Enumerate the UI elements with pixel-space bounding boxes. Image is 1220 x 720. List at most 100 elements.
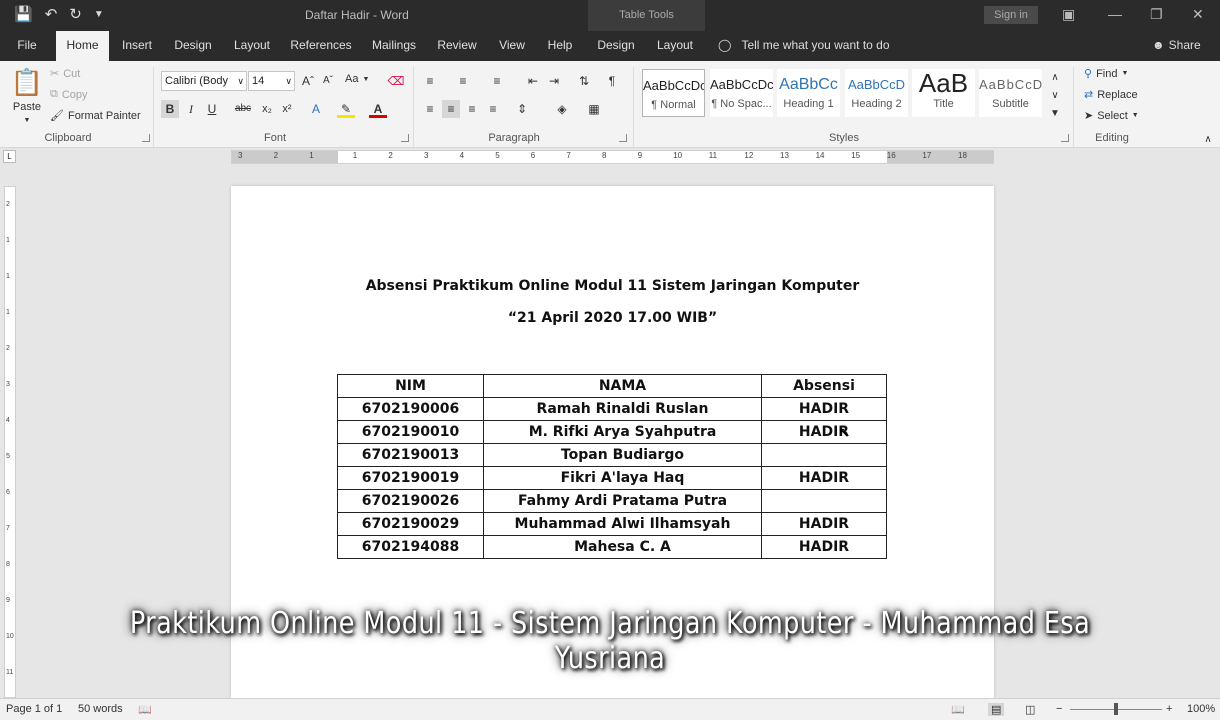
absensi-cell[interactable] bbox=[761, 489, 887, 513]
absensi-cell[interactable]: HADIR bbox=[761, 466, 887, 490]
copy-button[interactable]: ⧉ Copy bbox=[50, 88, 88, 101]
share-button[interactable]: ☻ Share bbox=[1152, 38, 1201, 52]
format-painter-button[interactable]: 🖌 Format Painter bbox=[50, 109, 141, 123]
horizontal-ruler[interactable]: 3 2 1 1 2 3 4 5 6 7 8 9 10 11 12 13 14 15 16 17 18 bbox=[231, 150, 994, 164]
header-nim[interactable]: NIM bbox=[337, 374, 484, 398]
header-absensi[interactable]: Absensi bbox=[761, 374, 887, 398]
find-button[interactable]: ⚲ Find ▼ bbox=[1084, 67, 1128, 81]
borders-icon[interactable]: ▦ bbox=[585, 100, 603, 118]
highlight-icon[interactable]: ✎ bbox=[337, 100, 355, 118]
style-title[interactable]: AaB Title bbox=[912, 69, 975, 117]
print-layout-icon[interactable]: ▤ bbox=[988, 703, 1005, 716]
styles-scroll-down-icon[interactable]: ∨ bbox=[1046, 87, 1064, 105]
styles-dialog-launcher-icon[interactable] bbox=[1061, 134, 1069, 142]
zoom-slider-thumb[interactable] bbox=[1114, 703, 1118, 715]
tab-design[interactable]: Design bbox=[170, 31, 216, 61]
vertical-ruler[interactable]: 2 1 1 1 2 3 4 5 6 7 8 9 10 11 bbox=[4, 186, 16, 698]
zoom-level[interactable]: 100% bbox=[1187, 703, 1215, 715]
font-dialog-launcher-icon[interactable] bbox=[401, 134, 409, 142]
line-spacing-icon[interactable]: ⇕ bbox=[513, 100, 531, 118]
nama-cell[interactable]: Topan Budiargo bbox=[483, 443, 762, 467]
tab-home[interactable]: Home bbox=[56, 31, 109, 61]
style-no-spacing[interactable]: AaBbCcDc ¶ No Spac... bbox=[710, 69, 773, 117]
save-icon[interactable]: 💾 bbox=[14, 6, 33, 24]
sign-in-button[interactable]: Sign in bbox=[984, 6, 1038, 24]
align-left-icon[interactable]: ≡ bbox=[421, 100, 439, 118]
nama-cell[interactable]: Mahesa C. A bbox=[483, 535, 762, 559]
style-heading-1[interactable]: AaBbCc Heading 1 bbox=[777, 69, 840, 117]
font-size-combo[interactable]: 14 ∨ bbox=[248, 71, 295, 91]
increase-indent-icon[interactable]: ⇥ bbox=[545, 72, 563, 90]
tell-me-box[interactable]: ◯ Tell me what you want to do bbox=[718, 38, 890, 52]
read-mode-icon[interactable]: 📖 bbox=[951, 703, 965, 716]
absensi-cell[interactable] bbox=[761, 443, 887, 467]
replace-button[interactable]: ⇄ Replace bbox=[1084, 88, 1138, 102]
decrease-indent-icon[interactable]: ⇤ bbox=[524, 72, 542, 90]
paragraph-dialog-launcher-icon[interactable] bbox=[619, 134, 627, 142]
tab-layout[interactable]: Layout bbox=[229, 31, 275, 61]
clear-formatting-icon[interactable]: ⌫ bbox=[387, 72, 405, 90]
text-effects-icon[interactable]: A bbox=[307, 100, 325, 118]
subscript-icon[interactable]: x₂ bbox=[258, 100, 276, 118]
numbering-icon[interactable]: ≡ bbox=[454, 72, 472, 90]
tab-references[interactable]: References bbox=[289, 31, 353, 61]
nim-cell[interactable]: 6702190029 bbox=[337, 512, 484, 536]
tab-help[interactable]: Help bbox=[542, 31, 578, 61]
tab-insert[interactable]: Insert bbox=[116, 31, 158, 61]
minimize-icon[interactable]: — bbox=[1108, 6, 1122, 22]
strikethrough-icon[interactable]: abc bbox=[234, 100, 252, 118]
clipboard-dialog-launcher-icon[interactable] bbox=[142, 134, 150, 142]
tab-view[interactable]: View bbox=[494, 31, 530, 61]
nama-cell[interactable]: M. Rifki Arya Syahputra bbox=[483, 420, 762, 444]
absensi-cell[interactable]: HADIR bbox=[761, 512, 887, 536]
nim-cell[interactable]: 6702190026 bbox=[337, 489, 484, 513]
close-icon[interactable]: ✕ bbox=[1192, 6, 1204, 23]
nim-cell[interactable]: 6702190006 bbox=[337, 397, 484, 421]
multilevel-list-icon[interactable]: ≡ bbox=[488, 72, 506, 90]
absensi-cell[interactable]: HADIR bbox=[761, 420, 887, 444]
nama-cell[interactable]: Fikri A'laya Haq bbox=[483, 466, 762, 490]
proofing-icon[interactable]: 📖 bbox=[138, 703, 152, 716]
select-button[interactable]: ➤ Select ▼ bbox=[1084, 109, 1139, 123]
nama-cell[interactable]: Fahmy Ardi Pratama Putra bbox=[483, 489, 762, 513]
style-normal[interactable]: AaBbCcDc ¶ Normal bbox=[642, 69, 705, 117]
style-heading-2[interactable]: AaBbCcD Heading 2 bbox=[845, 69, 908, 117]
tab-review[interactable]: Review bbox=[434, 31, 480, 61]
attendance-table[interactable]: NIM NAMA Absensi 6702190006 Ramah Rinald… bbox=[337, 374, 887, 559]
tab-table-layout[interactable]: Layout bbox=[652, 31, 698, 61]
shrink-font-icon[interactable]: Aˇ bbox=[319, 72, 337, 90]
zoom-out-icon[interactable]: − bbox=[1056, 703, 1062, 715]
underline-icon[interactable]: U bbox=[203, 100, 221, 118]
paste-button[interactable]: 📋 Paste ▼ bbox=[11, 67, 43, 124]
tab-table-design[interactable]: Design bbox=[592, 31, 640, 61]
font-name-combo[interactable]: Calibri (Body ∨ bbox=[161, 71, 247, 91]
nama-cell[interactable]: Ramah Rinaldi Ruslan bbox=[483, 397, 762, 421]
show-formatting-marks-icon[interactable]: ¶ bbox=[603, 72, 621, 90]
cut-button[interactable]: ✂ Cut bbox=[50, 67, 80, 81]
customize-qat-icon[interactable]: ▼ bbox=[94, 6, 104, 24]
italic-icon[interactable]: I bbox=[182, 100, 200, 118]
absensi-cell[interactable]: HADIR bbox=[761, 535, 887, 559]
zoom-in-icon[interactable]: + bbox=[1166, 703, 1172, 715]
tab-file[interactable]: File bbox=[8, 31, 46, 61]
tab-stop-selector[interactable]: L bbox=[3, 150, 16, 163]
tab-mailings[interactable]: Mailings bbox=[367, 31, 421, 61]
style-subtitle[interactable]: AaBbCcD Subtitle bbox=[979, 69, 1042, 117]
change-case-button[interactable]: Aa ▼ bbox=[345, 73, 369, 85]
ribbon-display-options-icon[interactable]: ▣ bbox=[1062, 6, 1075, 23]
restore-icon[interactable]: ❐ bbox=[1150, 6, 1163, 23]
nim-cell[interactable]: 6702190010 bbox=[337, 420, 484, 444]
nim-cell[interactable]: 6702190013 bbox=[337, 443, 484, 467]
word-count[interactable]: 50 words bbox=[78, 703, 123, 715]
page-count[interactable]: Page 1 of 1 bbox=[6, 703, 62, 715]
nama-cell[interactable]: Muhammad Alwi Ilhamsyah bbox=[483, 512, 762, 536]
collapse-ribbon-icon[interactable]: ∧ bbox=[1199, 131, 1217, 149]
styles-more-icon[interactable]: ▼ bbox=[1046, 105, 1064, 123]
align-right-icon[interactable]: ≡ bbox=[463, 100, 481, 118]
sort-icon[interactable]: ⇅ bbox=[575, 72, 593, 90]
header-nama[interactable]: NAMA bbox=[483, 374, 762, 398]
absensi-cell[interactable]: HADIR bbox=[761, 397, 887, 421]
undo-icon[interactable]: ↶ bbox=[45, 6, 58, 24]
nim-cell[interactable]: 6702194088 bbox=[337, 535, 484, 559]
justify-icon[interactable]: ≡ bbox=[484, 100, 502, 118]
